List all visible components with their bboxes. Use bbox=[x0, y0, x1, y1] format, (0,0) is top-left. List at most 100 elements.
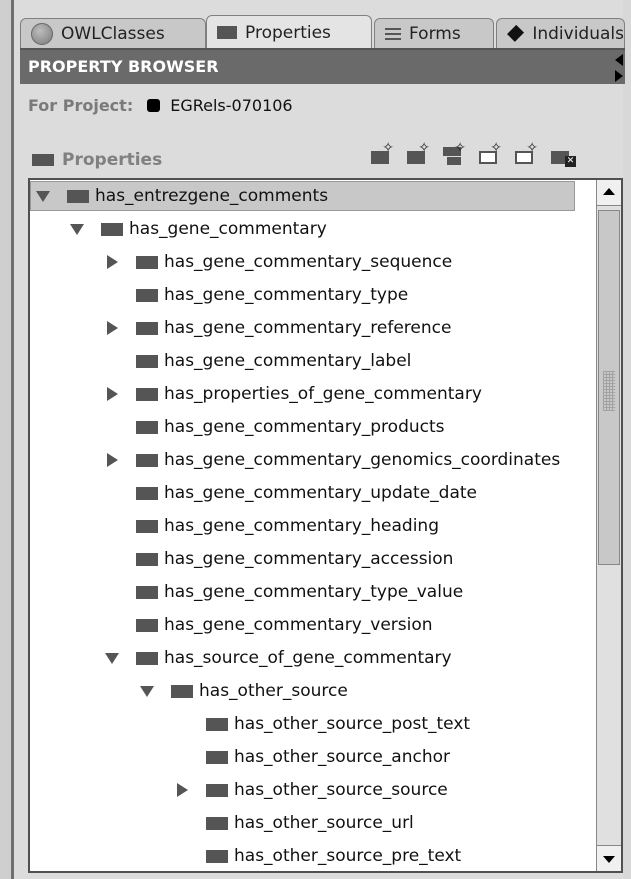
expanded-toggle-icon[interactable] bbox=[104, 650, 120, 666]
create-property-button[interactable]: ✧ bbox=[370, 141, 394, 167]
create-annotation-property-button[interactable]: ✧ bbox=[514, 140, 538, 167]
collapsed-toggle-icon[interactable] bbox=[174, 782, 190, 798]
object-property-icon bbox=[136, 585, 158, 599]
property-label: has_other_source_pre_text bbox=[234, 846, 462, 866]
property-label: has_gene_commentary_heading bbox=[164, 516, 439, 536]
expanded-toggle-icon[interactable] bbox=[35, 188, 51, 204]
property-label: has_gene_commentary_label bbox=[164, 351, 412, 371]
object-property-icon bbox=[136, 486, 158, 500]
tab-label: Forms bbox=[409, 23, 461, 44]
create-datatype-property-button[interactable]: ✧ bbox=[478, 140, 502, 167]
forms-icon bbox=[385, 27, 401, 40]
toggle-spacer bbox=[104, 584, 120, 600]
tree-row[interactable]: has_gene_commentary_type bbox=[100, 280, 408, 310]
tree-row[interactable]: has_other_source_pre_text bbox=[170, 841, 461, 871]
collapsed-toggle-icon[interactable] bbox=[104, 452, 120, 468]
tree-row[interactable]: has_gene_commentary_accession bbox=[100, 544, 453, 574]
object-property-icon bbox=[136, 651, 158, 665]
tree-row[interactable]: has_gene_commentary bbox=[65, 214, 327, 244]
project-icon bbox=[147, 99, 161, 112]
panel-title: Properties bbox=[62, 150, 163, 170]
tree-row[interactable]: has_other_source_anchor bbox=[170, 742, 450, 772]
property-label: has_gene_commentary_version bbox=[164, 615, 433, 635]
tree-row[interactable]: has_gene_commentary_label bbox=[100, 346, 411, 376]
tree-row[interactable]: has_source_of_gene_commentary bbox=[100, 643, 452, 673]
tree-row[interactable]: has_other_source_source bbox=[170, 775, 448, 805]
property-label: has_gene_commentary_products bbox=[164, 417, 445, 437]
property-label: has_gene_commentary_type bbox=[164, 285, 409, 305]
collapsed-toggle-icon[interactable] bbox=[104, 254, 120, 270]
delete-icon: ✕ bbox=[565, 156, 576, 167]
object-property-icon bbox=[136, 519, 158, 533]
tree-row[interactable]: has_gene_commentary_sequence bbox=[100, 247, 452, 277]
object-property-icon bbox=[67, 189, 89, 203]
properties-toolbar: ✧ ✧ ✧ ✧ ✧ ✕ bbox=[370, 140, 576, 173]
property-label: has_source_of_gene_commentary bbox=[164, 648, 452, 668]
property-label: has_gene_commentary_update_date bbox=[164, 483, 477, 503]
toggle-spacer bbox=[174, 749, 190, 765]
tree-row[interactable]: has_gene_commentary_version bbox=[100, 610, 433, 640]
header-scroll-arrows[interactable] bbox=[615, 50, 625, 86]
toggle-spacer bbox=[104, 551, 120, 567]
tab-individuals[interactable]: Individuals bbox=[496, 18, 625, 48]
tree-row[interactable]: has_other_source_post_text bbox=[170, 709, 470, 739]
property-label: has_gene_commentary_accession bbox=[164, 549, 454, 569]
property-label: has_other_source_post_text bbox=[234, 714, 471, 734]
tab-forms[interactable]: Forms bbox=[374, 18, 494, 48]
object-property-icon bbox=[136, 321, 158, 335]
property-label: has_other_source_source bbox=[234, 780, 448, 800]
delete-property-button[interactable]: ✕ bbox=[550, 143, 576, 167]
object-property-icon bbox=[136, 354, 158, 368]
property-label: has_gene_commentary_genomics_coordinates bbox=[164, 450, 561, 470]
tree-row[interactable]: has_properties_of_gene_commentary bbox=[100, 379, 482, 409]
window-left-border bbox=[0, 0, 14, 879]
tree-row[interactable]: has_gene_commentary_heading bbox=[100, 511, 439, 541]
arrow-left-icon[interactable] bbox=[615, 54, 623, 66]
grip-icon bbox=[603, 371, 615, 411]
scroll-up-button[interactable] bbox=[597, 180, 621, 206]
create-subproperty-button[interactable]: ✧ bbox=[442, 141, 466, 167]
tree-row[interactable]: has_gene_commentary_products bbox=[100, 412, 445, 442]
tree-row-selected[interactable]: has_entrezgene_comments bbox=[30, 181, 575, 211]
property-browser-header: PROPERTY BROWSER bbox=[20, 48, 625, 84]
object-property-icon bbox=[136, 288, 158, 302]
toggle-spacer bbox=[104, 353, 120, 369]
collapsed-toggle-icon[interactable] bbox=[104, 386, 120, 402]
property-label: has_other_source_anchor bbox=[234, 747, 450, 767]
object-property-icon bbox=[206, 783, 228, 797]
star-icon: ✧ bbox=[526, 140, 538, 156]
expanded-toggle-icon[interactable] bbox=[69, 221, 85, 237]
toggle-spacer bbox=[174, 815, 190, 831]
header-title: PROPERTY BROWSER bbox=[28, 57, 219, 76]
tab-owlclasses[interactable]: OWLClasses bbox=[20, 18, 206, 48]
create-object-property-button[interactable]: ✧ bbox=[406, 141, 430, 167]
property-tree[interactable]: has_entrezgene_comments has_gene_commenta… bbox=[28, 178, 623, 873]
vertical-scrollbar[interactable] bbox=[596, 180, 621, 871]
tree-row[interactable]: has_gene_commentary_update_date bbox=[100, 478, 477, 508]
toggle-spacer bbox=[104, 485, 120, 501]
collapsed-toggle-icon[interactable] bbox=[104, 320, 120, 336]
object-property-icon bbox=[136, 552, 158, 566]
toggle-spacer bbox=[104, 518, 120, 534]
tree-row[interactable]: has_gene_commentary_reference bbox=[100, 313, 451, 343]
properties-icon bbox=[32, 154, 54, 166]
subproperty-child-icon bbox=[447, 157, 461, 165]
tree-row[interactable]: has_other_source bbox=[135, 676, 348, 706]
tree-row[interactable]: has_other_source_url bbox=[170, 808, 414, 838]
tab-label: OWLClasses bbox=[61, 23, 165, 44]
tree-row[interactable]: has_gene_commentary_genomics_coordinates bbox=[100, 445, 560, 475]
scroll-down-button[interactable] bbox=[597, 845, 621, 871]
star-icon: ✧ bbox=[490, 140, 502, 156]
individuals-icon bbox=[507, 24, 525, 43]
property-label: has_properties_of_gene_commentary bbox=[164, 384, 482, 404]
object-property-icon bbox=[136, 420, 158, 434]
properties-icon bbox=[217, 26, 237, 39]
property-label: has_entrezgene_comments bbox=[95, 186, 329, 206]
scrollbar-thumb[interactable] bbox=[598, 210, 620, 565]
property-label: has_other_source bbox=[199, 681, 348, 701]
expanded-toggle-icon[interactable] bbox=[139, 683, 155, 699]
tree-row[interactable]: has_gene_commentary_type_value bbox=[100, 577, 463, 607]
tab-properties[interactable]: Properties bbox=[206, 15, 372, 49]
tab-label: Individuals bbox=[532, 23, 624, 44]
arrow-right-icon[interactable] bbox=[615, 70, 623, 82]
